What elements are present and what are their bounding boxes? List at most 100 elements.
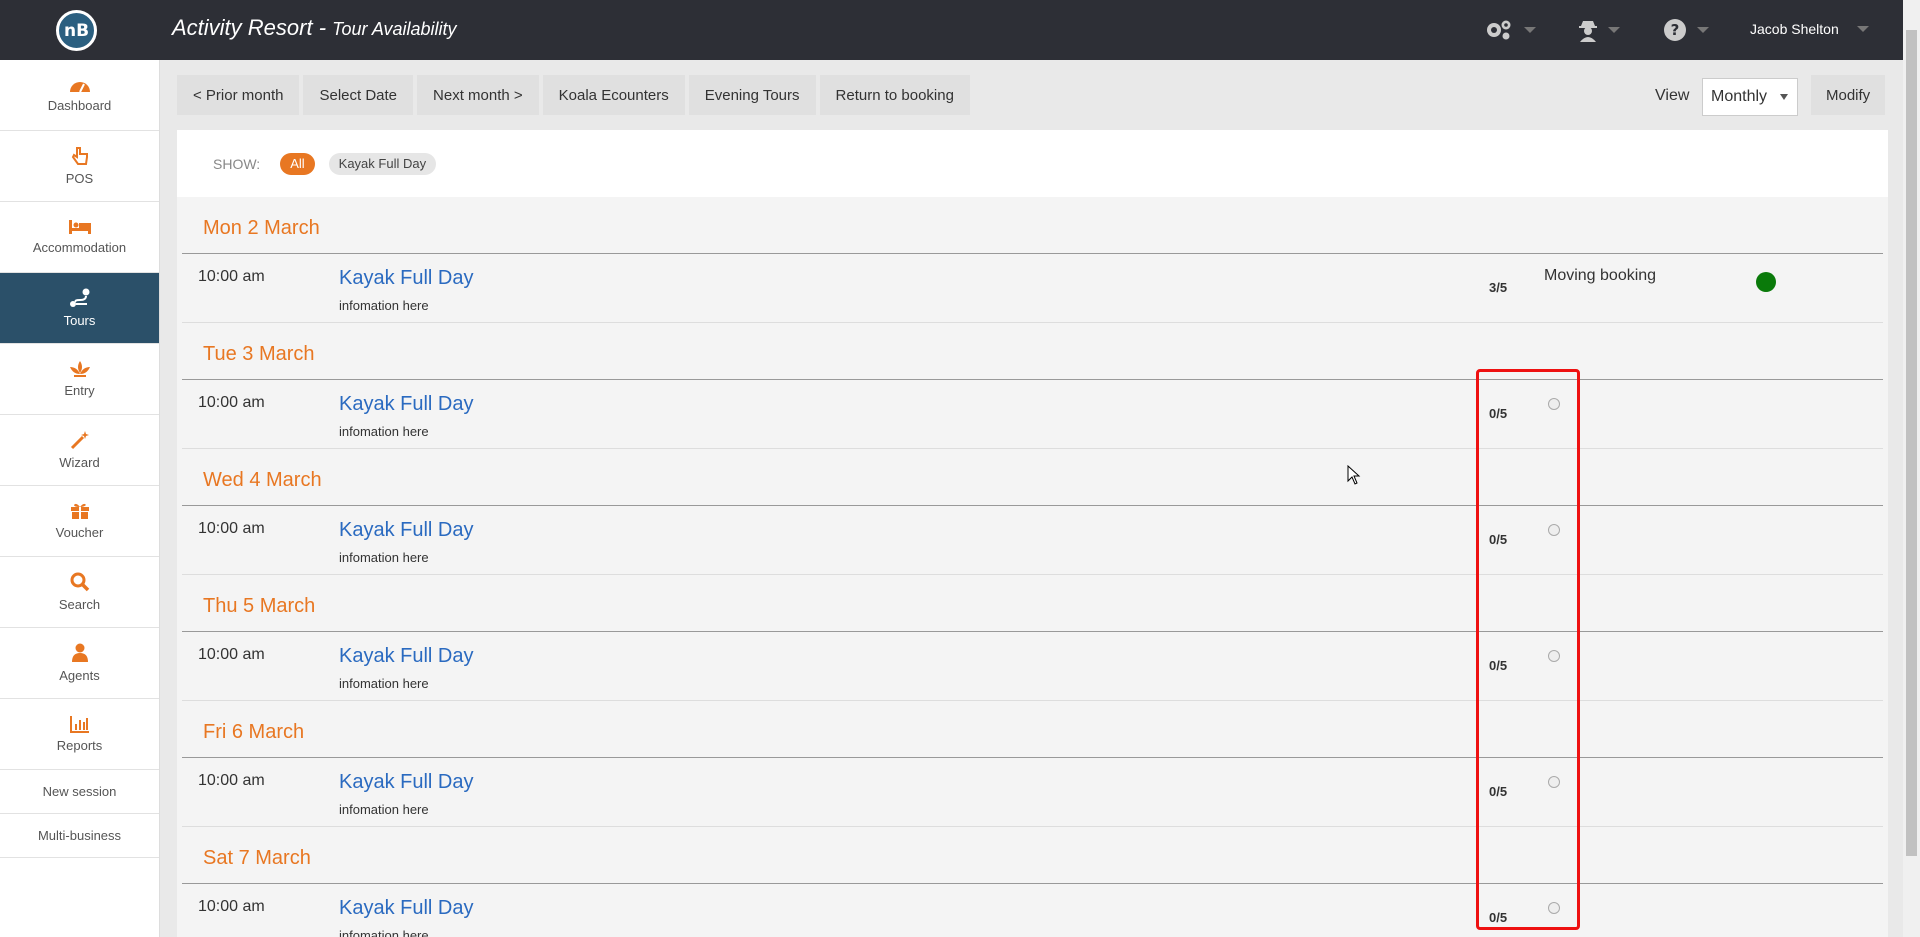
- filter-pill-kayak-full-day[interactable]: Kayak Full Day: [328, 152, 437, 175]
- tour-name-link[interactable]: Kayak Full Day: [339, 897, 474, 920]
- tour-row: 10:00 am Kayak Full Day infomation here …: [182, 884, 1883, 937]
- sidebar-item-pos[interactable]: POS: [0, 131, 159, 202]
- settings-menu[interactable]: [1484, 18, 1536, 42]
- sidebar-item-label: Agents: [59, 668, 100, 683]
- select-slot-radio[interactable]: [1548, 524, 1560, 536]
- spy-icon: [1579, 21, 1597, 42]
- sidebar-item-dashboard[interactable]: Dashboard: [0, 60, 159, 131]
- agent-menu[interactable]: [1578, 18, 1620, 42]
- day-heading: Tue 3 March: [182, 323, 1883, 380]
- app-logo[interactable]: nB: [56, 10, 97, 51]
- tour-name-link[interactable]: Kayak Full Day: [339, 645, 474, 668]
- sidebar-item-label: Accommodation: [32, 240, 127, 255]
- day-section: Wed 4 March 10:00 am Kayak Full Day info…: [177, 449, 1888, 575]
- chevron-down-icon: [1856, 26, 1869, 32]
- chevron-down-icon: [1780, 94, 1788, 100]
- sidebar-item-search[interactable]: Search: [0, 557, 159, 628]
- tour-name-link[interactable]: Kayak Full Day: [339, 771, 474, 794]
- modify-button[interactable]: Modify: [1811, 75, 1886, 115]
- sidebar-item-accommodation[interactable]: Accommodation: [0, 202, 159, 273]
- day-section: Thu 5 March 10:00 am Kayak Full Day info…: [177, 575, 1888, 701]
- select-slot-radio[interactable]: [1548, 398, 1560, 410]
- return-to-booking-button[interactable]: Return to booking: [819, 75, 970, 115]
- day-section: Tue 3 March 10:00 am Kayak Full Day info…: [177, 323, 1888, 449]
- sidebar-item-voucher[interactable]: Voucher: [0, 486, 159, 557]
- filter-pill-all[interactable]: All: [280, 152, 315, 175]
- tour-info: infomation here: [339, 676, 429, 691]
- tour-row: 10:00 am Kayak Full Day infomation here …: [182, 632, 1883, 701]
- day-heading: Mon 2 March: [182, 197, 1883, 254]
- sidebar-item-wizard[interactable]: Wizard: [0, 415, 159, 486]
- sidebar-item-agents[interactable]: Agents: [0, 628, 159, 699]
- tour-time: 10:00 am: [198, 268, 265, 285]
- sidebar-item-label: Wizard: [59, 455, 100, 470]
- moving-booking-status: Moving booking: [1544, 267, 1657, 284]
- tour-time: 10:00 am: [198, 772, 265, 789]
- sidebar-item-tours[interactable]: Tours: [0, 273, 159, 344]
- tour-time: 10:00 am: [198, 394, 265, 411]
- page-scrollbar[interactable]: [1903, 0, 1920, 937]
- multi-business-link[interactable]: Multi-business: [0, 814, 159, 858]
- chevron-down-icon: [1608, 27, 1620, 33]
- sidebar-item-reports[interactable]: Reports: [0, 699, 159, 770]
- select-slot-radio[interactable]: [1548, 650, 1560, 662]
- booking-count: 0/5: [1489, 784, 1508, 799]
- next-month-button[interactable]: Next month >: [417, 75, 539, 115]
- booking-count: 0/5: [1489, 910, 1508, 925]
- selected-indicator[interactable]: [1756, 272, 1776, 292]
- magic-wand-icon: [70, 431, 89, 450]
- tour-time: 10:00 am: [198, 898, 265, 915]
- user-name: Jacob Shelton: [1750, 21, 1839, 37]
- help-menu[interactable]: ?: [1663, 18, 1709, 42]
- sidebar-item-label: POS: [65, 171, 94, 186]
- day-heading: Sat 7 March: [182, 827, 1883, 884]
- route-icon: [69, 288, 89, 307]
- day-heading: Fri 6 March: [182, 701, 1883, 758]
- top-bar: nB Activity Resort - Tour Availability ?…: [0, 0, 1920, 60]
- select-slot-radio[interactable]: [1548, 776, 1560, 788]
- tour-row: 10:00 am Kayak Full Day infomation here …: [182, 506, 1883, 575]
- evening-tours-button[interactable]: Evening Tours: [688, 75, 816, 115]
- sidebar-item-entry[interactable]: Entry: [0, 344, 159, 415]
- filter-bar: SHOW: All Kayak Full Day: [177, 130, 1888, 197]
- view-label: View: [1655, 87, 1690, 104]
- show-label: SHOW:: [213, 155, 261, 172]
- dashboard-icon: [69, 82, 90, 93]
- tour-row: 10:00 am Kayak Full Day infomation here …: [182, 758, 1883, 827]
- mouse-cursor-icon: [1347, 465, 1361, 485]
- sidebar-item-label: Entry: [64, 383, 95, 398]
- prior-month-button[interactable]: < Prior month: [177, 75, 300, 115]
- app-title-text: Activity Resort -: [172, 15, 333, 40]
- sidebar-item-label: Tours: [63, 313, 96, 328]
- chevron-down-icon: [1524, 27, 1536, 33]
- tour-name-link[interactable]: Kayak Full Day: [339, 267, 474, 290]
- sidebar-item-label: Search: [58, 597, 101, 612]
- tour-info: infomation here: [339, 424, 429, 439]
- select-date-button[interactable]: Select Date: [303, 75, 414, 115]
- chevron-down-icon: [1697, 27, 1709, 33]
- bed-icon: [68, 220, 91, 234]
- search-icon: [70, 572, 89, 592]
- availability-list: SHOW: All Kayak Full Day Mon 2 March 10:…: [177, 130, 1888, 937]
- booking-count: 0/5: [1489, 406, 1508, 421]
- calendar-toolbar: < Prior month Select Date Next month > K…: [177, 75, 970, 115]
- tour-info: infomation here: [339, 928, 429, 937]
- user-menu[interactable]: Jacob Shelton: [1750, 21, 1869, 37]
- new-session-link[interactable]: New session: [0, 770, 159, 814]
- tour-info: infomation here: [339, 550, 429, 565]
- sidebar: Dashboard POS Accommodation Tours Entry …: [0, 60, 160, 937]
- tour-name-link[interactable]: Kayak Full Day: [339, 519, 474, 542]
- page-title: Activity Resort - Tour Availability: [172, 15, 457, 41]
- scrollbar-thumb[interactable]: [1906, 30, 1917, 856]
- booking-count: 3/5: [1489, 280, 1508, 295]
- koala-encounters-button[interactable]: Koala Ecounters: [542, 75, 685, 115]
- day-section: Fri 6 March 10:00 am Kayak Full Day info…: [177, 701, 1888, 827]
- tour-info: infomation here: [339, 298, 429, 313]
- tour-name-link[interactable]: Kayak Full Day: [339, 393, 474, 416]
- tour-row: 10:00 am Kayak Full Day infomation here …: [182, 380, 1883, 449]
- view-select[interactable]: Monthly: [1702, 78, 1798, 116]
- svg-text:?: ?: [1671, 21, 1680, 39]
- select-slot-radio[interactable]: [1548, 902, 1560, 914]
- day-heading: Wed 4 March: [182, 449, 1883, 506]
- help-icon: ?: [1664, 19, 1686, 41]
